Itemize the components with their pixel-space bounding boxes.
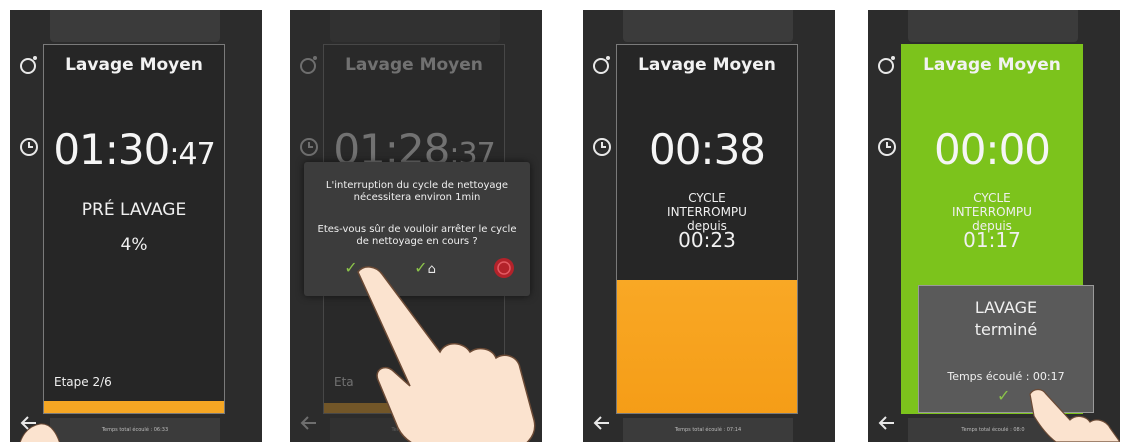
remaining-time: 01:30:47 — [53, 125, 215, 174]
progress-strip — [44, 401, 224, 413]
program-card: Lavage Moyen 01:30:47 PRÉ LAVAGE 4% Etap… — [43, 44, 225, 414]
progress-fill — [617, 279, 797, 413]
screen-confirm-stop: Lavage Moyen 01:28:37 Eta Temps total éc… — [290, 10, 542, 442]
status-line-2: INTERROMPU — [667, 205, 747, 219]
program-title: Lavage Moyen — [638, 55, 776, 75]
phase-percent: 4% — [120, 235, 148, 255]
clock-icon[interactable] — [18, 136, 40, 158]
timer-icon[interactable] — [876, 54, 898, 76]
remaining-time: 00:00 — [933, 125, 1051, 174]
back-arrow-icon — [298, 412, 320, 434]
clock-icon — [298, 136, 320, 158]
clock-icon[interactable] — [876, 136, 898, 158]
back-arrow-icon[interactable] — [591, 412, 613, 434]
elapsed-time: Temps écoulé : 00:17 — [947, 370, 1065, 383]
clock-icon[interactable] — [591, 136, 613, 158]
dialog-question: Etes-vous sûr de vouloir arrêter le cycl… — [317, 224, 517, 247]
dialog-info: L'interruption du cycle de nettoyage néc… — [325, 180, 509, 203]
pointing-hand — [357, 266, 536, 442]
timer-icon — [298, 54, 320, 76]
timer-icon[interactable] — [591, 54, 613, 76]
status-line-1: CYCLE — [973, 191, 1011, 205]
status-line-2: INTERROMPU — [952, 205, 1032, 219]
remaining-time: 00:38 — [648, 125, 766, 174]
program-card: Lavage Moyen 00:38 CYCLE INTERROMPU depu… — [616, 44, 798, 414]
program-title: Lavage Moyen — [65, 55, 203, 75]
screen-running: Lavage Moyen 01:30:47 PRÉ LAVAGE 4% Etap… — [10, 10, 262, 442]
phase-label: PRÉ LAVAGE — [81, 200, 187, 220]
check-icon[interactable]: ✓ — [997, 386, 1010, 405]
total-elapsed: Temps total écoulé : 06:33 — [50, 418, 220, 442]
total-elapsed: Temps total écoulé : 07:14 — [623, 418, 793, 442]
finger-hint — [19, 423, 60, 442]
timer-icon[interactable] — [18, 54, 40, 76]
done-title-line-2: terminé — [974, 320, 1038, 339]
back-arrow-icon[interactable] — [876, 412, 898, 434]
done-title-line-1: LAVAGE — [974, 298, 1038, 317]
status-line-1: CYCLE — [688, 191, 726, 205]
screen-finished: Lavage Moyen 00:00 CYCLE INTERROMPU depu… — [868, 10, 1120, 442]
screen-interrupted: Lavage Moyen 00:38 CYCLE INTERROMPU depu… — [583, 10, 835, 442]
program-title: Lavage Moyen — [345, 55, 483, 75]
interrupted-since: 00:23 — [678, 228, 736, 252]
step-label: Etape 2/6 — [54, 375, 112, 389]
interrupted-since: 01:17 — [963, 228, 1021, 252]
program-title: Lavage Moyen — [923, 55, 1061, 75]
top-bar — [623, 10, 793, 42]
top-bar — [50, 10, 220, 42]
pointing-hand — [1029, 388, 1120, 442]
top-bar — [330, 10, 500, 42]
top-bar — [908, 10, 1078, 42]
